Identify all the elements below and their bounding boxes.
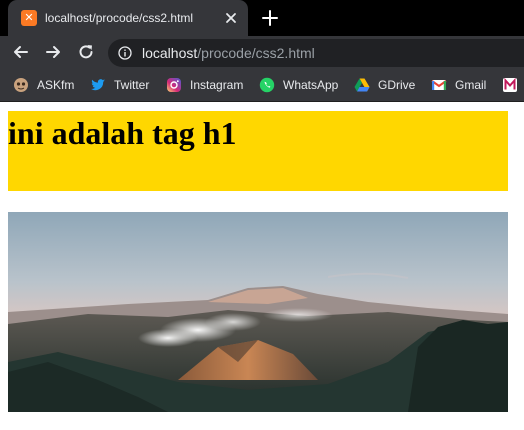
reload-icon[interactable] <box>76 42 96 62</box>
gmail-icon <box>431 80 447 90</box>
page-viewport: ini adalah tag h1 <box>0 102 524 430</box>
bookmark-label: Twitter <box>114 78 150 92</box>
url-text[interactable]: localhost/procode/css2.html <box>142 45 315 61</box>
bookmark-m-icon <box>503 77 517 92</box>
bookmarks-bar: ASKfm Twitter Instagram WhatsApp GDrive … <box>0 68 524 102</box>
active-tab[interactable]: ✕ localhost/procode/css2.html <box>8 0 248 36</box>
bookmark-instagram[interactable]: Instagram <box>166 76 246 94</box>
bookmark-askfm[interactable]: ASKfm <box>13 76 78 94</box>
bookmark-label: GDrive <box>378 78 416 92</box>
close-icon[interactable] <box>223 10 239 26</box>
twitter-icon <box>91 79 105 91</box>
bookmark-gmail[interactable]: Gmail <box>431 76 491 94</box>
heading-container: ini adalah tag h1 <box>8 111 508 191</box>
bookmark-label: WhatsApp <box>283 78 339 92</box>
bookmark-gdrive[interactable]: GDrive <box>354 76 420 94</box>
url-host: localhost <box>142 45 198 61</box>
tab-strip: ✕ localhost/procode/css2.html <box>0 0 524 36</box>
gdrive-icon <box>354 78 370 92</box>
bookmark-label: ASKfm <box>37 78 75 92</box>
page-heading: ini adalah tag h1 <box>8 115 237 151</box>
back-arrow-icon[interactable] <box>11 42 31 62</box>
whatsapp-icon <box>259 77 275 93</box>
tab-title: localhost/procode/css2.html <box>45 11 194 25</box>
new-tab-icon[interactable] <box>260 8 280 28</box>
instagram-icon <box>167 78 181 92</box>
forward-arrow-icon[interactable] <box>43 42 63 62</box>
browser-toolbar: localhost/procode/css2.html <box>0 36 524 68</box>
info-icon[interactable] <box>118 46 132 60</box>
bookmark-label: Instagram <box>190 78 244 92</box>
askfm-icon <box>14 78 28 92</box>
bookmark-m[interactable] <box>502 76 522 94</box>
address-bar[interactable]: localhost/procode/css2.html <box>108 39 524 67</box>
xampp-icon: ✕ <box>21 10 37 26</box>
bookmark-label: Gmail <box>455 78 487 92</box>
mountain-landscape-photo <box>8 212 508 412</box>
url-path: /procode/css2.html <box>197 45 315 61</box>
bookmark-twitter[interactable]: Twitter <box>90 76 156 94</box>
bookmark-whatsapp[interactable]: WhatsApp <box>259 76 347 94</box>
